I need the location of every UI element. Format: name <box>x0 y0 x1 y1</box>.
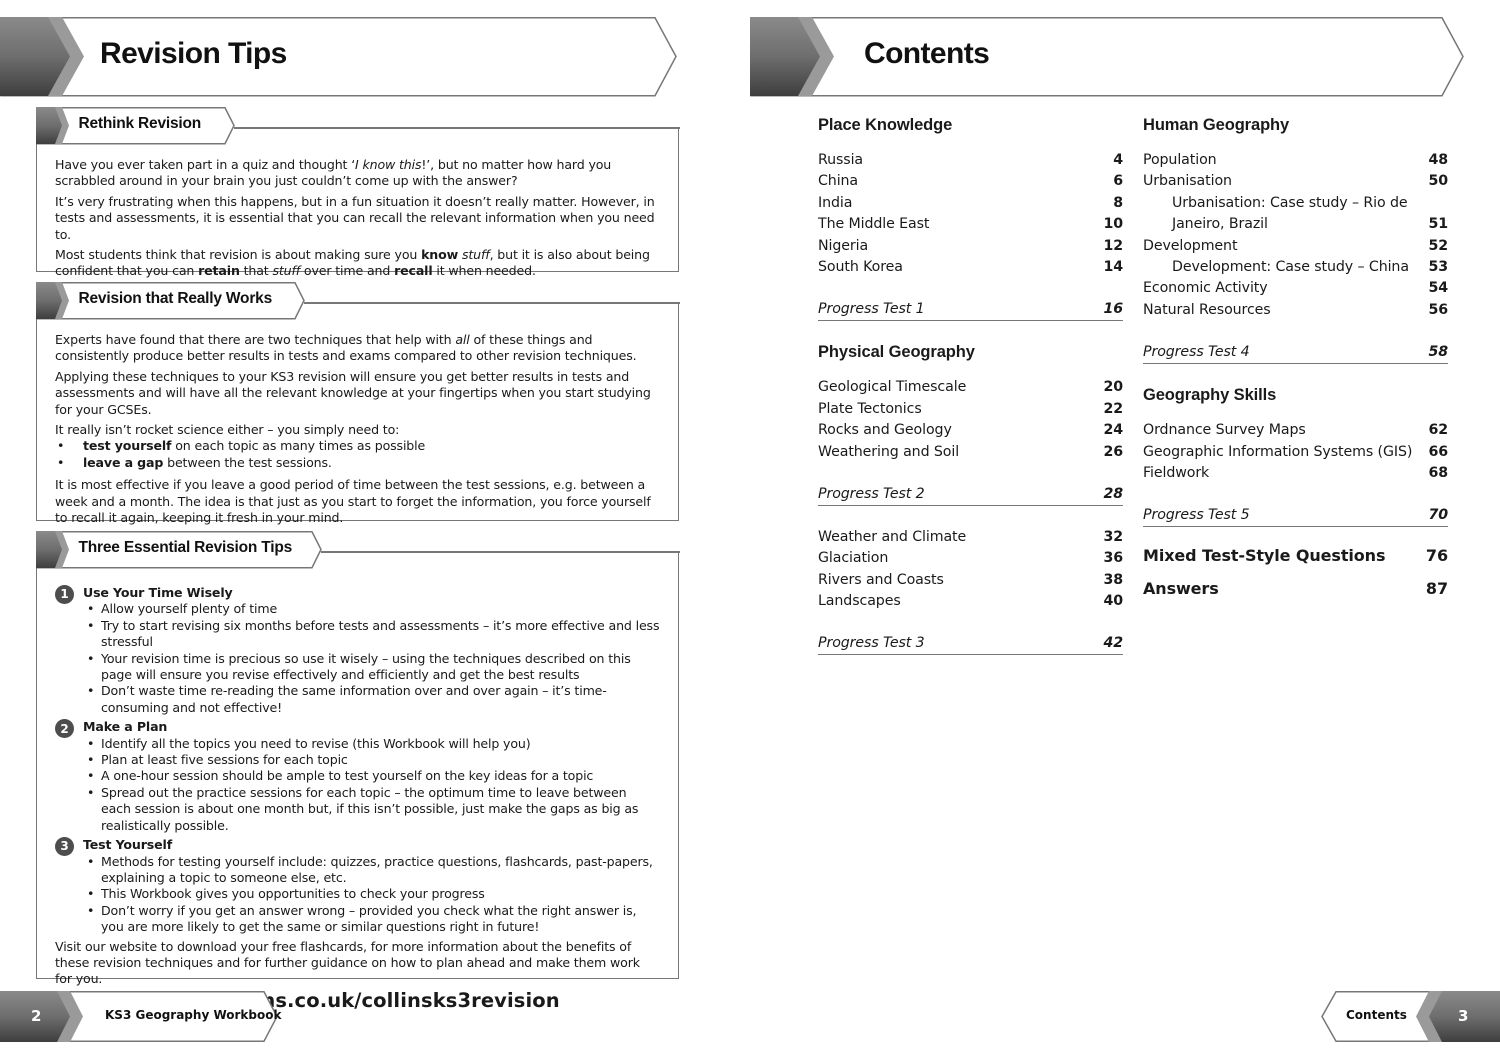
toc-entry[interactable]: Ordnance Survey Maps 62 <box>1143 420 1448 441</box>
list-item: • leave a gap between the test sessions. <box>57 454 332 470</box>
toc-entry[interactable]: Fieldwork 68 <box>1143 463 1448 484</box>
page-header-contents: Contents <box>750 17 1465 97</box>
toc-entry[interactable]: Weathering and Soil 26 <box>818 442 1123 463</box>
bullet-icon: • <box>57 438 65 454</box>
list-item: Don’t waste time re-reading the same inf… <box>83 683 660 716</box>
toc-progress-test[interactable]: Progress Test 4 58 <box>1143 342 1448 365</box>
toc-entry[interactable]: Glaciation 36 <box>818 548 1123 569</box>
toc-entry[interactable]: South Korea 14 <box>818 257 1123 278</box>
toc-progress-test[interactable]: Progress Test 5 70 <box>1143 505 1448 528</box>
toc-entry[interactable]: Plate Tectonics 22 <box>818 399 1123 420</box>
book-title: KS3 Geography Workbook <box>105 1008 282 1022</box>
page-number: 3 <box>1458 1007 1469 1025</box>
toc-entry[interactable]: Urbanisation: Case study – Rio de <box>1143 193 1448 214</box>
header-chevron-graphic <box>750 17 1464 97</box>
section-title: Rethink Revision <box>78 115 202 132</box>
toc-heading: Physical Geography <box>818 343 975 362</box>
paragraph: Have you ever taken part in a quiz and t… <box>55 157 612 189</box>
number-badge-icon: 2 <box>55 719 74 739</box>
toc-entry[interactable]: Weather and Climate 32 <box>818 527 1123 548</box>
toc-entry[interactable]: Natural Resources 56 <box>1143 300 1448 321</box>
toc-progress-test[interactable]: Progress Test 3 42 <box>818 633 1123 656</box>
toc-progress-test[interactable]: Progress Test 2 28 <box>818 484 1123 506</box>
footer-left: 2 KS3 Geography Workbook <box>0 991 282 1043</box>
toc-heading: Human Geography <box>1143 116 1290 134</box>
list-item: Identify all the topics you need to revi… <box>83 736 660 753</box>
page-title: Contents <box>864 37 990 70</box>
section-title: Revision that Really Works <box>78 290 273 307</box>
paragraph: Experts have found that there are two te… <box>55 332 637 364</box>
toc-entry[interactable]: China 6 <box>818 171 1123 192</box>
toc-entry[interactable]: Development: Case study – China 53 <box>1143 257 1448 278</box>
list-item: Spread out the practice sessions for eac… <box>83 785 660 834</box>
list-item: Plan at least five sessions for each top… <box>83 752 660 769</box>
toc-entry[interactable]: India 8 <box>818 193 1123 214</box>
toc-entry[interactable]: Russia 4 <box>818 150 1123 171</box>
toc-entry[interactable]: The Middle East 10 <box>818 214 1123 235</box>
number-badge-icon: 3 <box>55 837 74 857</box>
tip-heading: Use Your Time Wisely <box>83 585 233 600</box>
paragraph: It is most effective if you leave a good… <box>55 477 651 526</box>
toc-answers[interactable]: Answers 87 <box>1143 572 1448 605</box>
toc-entry[interactable]: Geological Timescale 20 <box>818 377 1123 398</box>
toc-entry[interactable]: Geographic Information Systems (GIS) 66 <box>1143 442 1448 463</box>
section-title: Three Essential Revision Tips <box>78 539 293 556</box>
footer-right: Contents 3 <box>1320 991 1500 1043</box>
tip-heading: Test Yourself <box>83 837 173 853</box>
contents-column-1: Place Knowledge Russia 4 China 6 India 8 Th… <box>818 116 1123 656</box>
section-three-essential-tips: Three Essential Revision Tips 1 Use Your… <box>35 531 680 1010</box>
toc-entry[interactable]: Urbanisation 50 <box>1143 171 1448 192</box>
tip-heading: Make a Plan <box>83 719 168 735</box>
paragraph: Applying these techniques to your KS3 re… <box>55 368 651 417</box>
toc-heading: Geography Skills <box>1143 386 1277 405</box>
list-item: Don’t worry if you get an answer wrong –… <box>83 903 660 936</box>
section-revision-that-works: Revision that Really Works Experts have … <box>35 282 680 525</box>
list-item: This Workbook gives you opportunities to… <box>83 886 660 903</box>
toc-mixed-questions[interactable]: Mixed Test-Style Questions 76 <box>1143 539 1448 572</box>
paragraph: It really isn’t rocket science either – … <box>55 422 400 438</box>
contents-column-2: Human Geography Population 48 Urbanisatio… <box>1143 116 1448 605</box>
tip-2: 2 Make a Plan Identify all the topics yo… <box>55 719 660 834</box>
number-badge-icon: 1 <box>55 585 74 604</box>
paragraph: It’s very frustrating when this happens,… <box>55 193 655 242</box>
toc-entry[interactable]: Landscapes 40 <box>818 591 1123 612</box>
toc-entry[interactable]: Rivers and Coasts 38 <box>818 570 1123 591</box>
toc-entry[interactable]: Nigeria 12 <box>818 236 1123 257</box>
toc-entry[interactable]: Economic Activity 54 <box>1143 278 1448 299</box>
toc-entry[interactable]: Rocks and Geology 24 <box>818 420 1123 441</box>
page-header-revision-tips: Revision Tips <box>0 17 677 97</box>
toc-entry[interactable]: Janeiro, Brazil 51 <box>1143 214 1448 235</box>
list-item: Methods for testing yourself include: qu… <box>83 854 660 887</box>
toc-heading: Place Knowledge <box>818 116 953 134</box>
divider <box>234 127 680 129</box>
closing-paragraph: Visit our website to download your free … <box>55 938 640 987</box>
list-item: A one-hour session should be ample to te… <box>83 768 660 785</box>
toc-entry[interactable]: Population 48 <box>1143 150 1448 171</box>
toc-entry[interactable]: Development 52 <box>1143 236 1448 257</box>
section-label: Contents <box>1346 1008 1407 1022</box>
bullet-icon: • <box>57 454 65 470</box>
list-item: Your revision time is precious so use it… <box>83 651 660 684</box>
paragraph: Most students think that revision is abo… <box>55 247 650 279</box>
toc-progress-test[interactable]: Progress Test 1 16 <box>818 299 1123 322</box>
list-item: Try to start revising six months before … <box>83 618 660 651</box>
divider <box>321 551 680 553</box>
list-item: Allow yourself plenty of time <box>83 601 660 618</box>
page-title: Revision Tips <box>100 37 287 70</box>
tip-3: 3 Test Yourself Methods for testing your… <box>55 837 660 935</box>
page-number: 2 <box>31 1007 42 1025</box>
list-item: • test yourself on each topic as many tim… <box>57 438 426 454</box>
tip-1: 1 Use Your Time Wisely Allow yourself pl… <box>55 585 660 716</box>
section-rethink-revision: Rethink Revision Have you ever taken par… <box>35 107 680 278</box>
bullet-list: • test yourself on each topic as many tim… <box>55 438 660 471</box>
divider <box>304 302 680 304</box>
